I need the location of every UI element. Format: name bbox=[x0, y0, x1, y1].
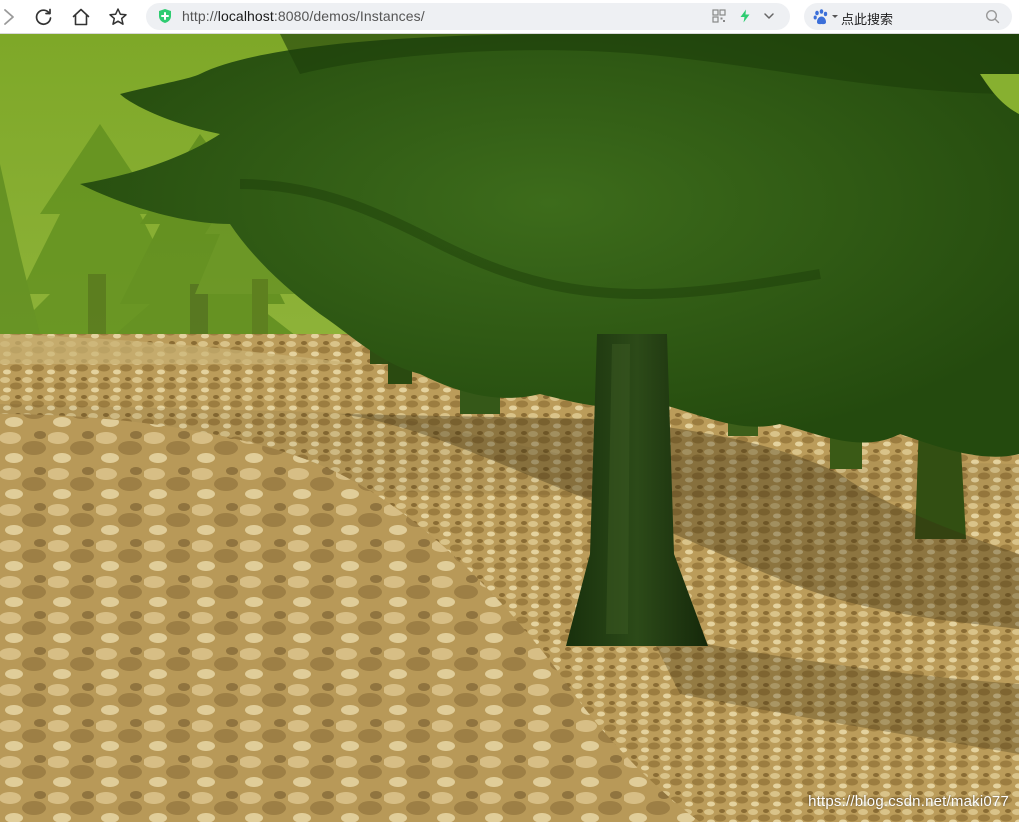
bookmark-button[interactable] bbox=[106, 5, 130, 29]
search-icon[interactable] bbox=[985, 9, 1000, 24]
qr-code-icon[interactable] bbox=[712, 9, 726, 23]
caret-down-icon[interactable] bbox=[831, 12, 839, 20]
star-icon bbox=[109, 8, 127, 25]
forest-scene bbox=[0, 34, 1019, 822]
address-bar[interactable]: http://localhost:8080/demos/Instances/ bbox=[146, 3, 790, 30]
home-button[interactable] bbox=[69, 5, 93, 29]
chevron-right-icon bbox=[4, 9, 14, 25]
url-host: localhost bbox=[217, 8, 274, 24]
url-text[interactable]: http://localhost:8080/demos/Instances/ bbox=[182, 8, 425, 24]
browser-toolbar: http://localhost:8080/demos/Instances/ 点… bbox=[0, 0, 1019, 34]
forward-button[interactable] bbox=[0, 5, 18, 29]
search-box[interactable]: 点此搜索 bbox=[804, 3, 1012, 30]
home-icon bbox=[72, 8, 90, 26]
watermark: https://blog.csdn.net/maki077 bbox=[808, 793, 1009, 810]
url-path: :8080/demos/Instances/ bbox=[273, 8, 425, 24]
shield-plus-icon bbox=[159, 9, 171, 23]
lightning-icon[interactable] bbox=[738, 9, 752, 23]
reload-button[interactable] bbox=[32, 5, 56, 29]
url-scheme: http:// bbox=[182, 8, 218, 24]
webgl-canvas[interactable]: https://blog.csdn.net/maki077 bbox=[0, 34, 1019, 822]
chevron-down-icon[interactable] bbox=[762, 9, 776, 23]
baidu-paw-icon[interactable] bbox=[812, 8, 830, 26]
reload-icon bbox=[35, 8, 52, 25]
search-placeholder: 点此搜索 bbox=[841, 13, 894, 28]
